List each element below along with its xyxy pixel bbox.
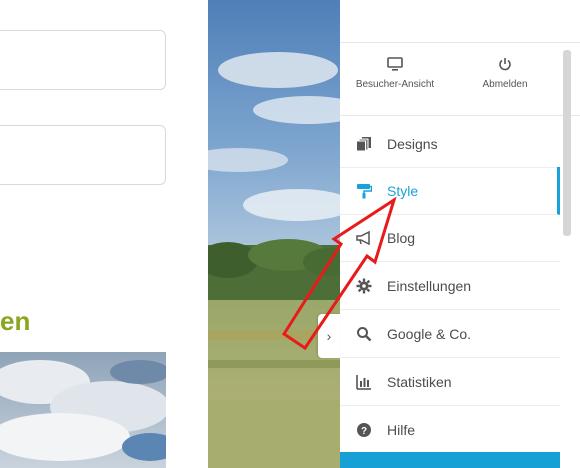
- svg-text:?: ?: [361, 426, 367, 437]
- text-input-2[interactable]: [0, 125, 166, 185]
- landscape-photo: [208, 0, 340, 468]
- menu-item-style[interactable]: Style: [340, 167, 560, 215]
- menu-label-einstellungen: Einstellungen: [387, 277, 472, 294]
- menu-item-blog[interactable]: Blog: [340, 214, 560, 262]
- bar-chart-icon: [353, 374, 375, 390]
- visitor-view-button[interactable]: Besucher-Ansicht: [350, 57, 440, 90]
- menu-item-einstellungen[interactable]: Einstellungen: [340, 262, 560, 310]
- panel-top-actions: Besucher-Ansicht Abmelden: [340, 43, 580, 116]
- menu-item-statistiken[interactable]: Statistiken: [340, 358, 560, 406]
- editor-side-panel: Besucher-Ansicht Abmelden Designs Style …: [340, 0, 580, 468]
- menu-label-hilfe: Hilfe: [387, 421, 416, 438]
- visitor-view-label: Besucher-Ansicht: [355, 79, 435, 90]
- menu-item-google[interactable]: Google & Co.: [340, 310, 560, 358]
- page-content-area: en: [0, 0, 208, 468]
- menu-label-statistiken: Statistiken: [387, 373, 452, 390]
- section-heading: en: [0, 306, 31, 336]
- panel-header: [340, 0, 580, 43]
- menu-label-google: Google & Co.: [387, 325, 472, 342]
- power-icon: [460, 57, 550, 71]
- monitor-icon: [350, 57, 440, 71]
- menu-item-hilfe[interactable]: ? Hilfe: [340, 406, 560, 454]
- panel-scrollbar[interactable]: [563, 50, 571, 236]
- menu-item-designs[interactable]: Designs: [340, 120, 560, 168]
- chevron-right-icon: ›: [326, 328, 332, 344]
- logout-label: Abmelden: [482, 79, 528, 90]
- designs-icon: [353, 136, 375, 152]
- text-input-1[interactable]: [0, 30, 166, 90]
- menu-label-blog: Blog: [387, 229, 416, 246]
- sky-photo: [0, 352, 166, 468]
- megaphone-icon: [353, 230, 375, 246]
- panel-bottom-action-bar[interactable]: [340, 452, 560, 468]
- search-icon: [353, 326, 375, 342]
- gear-icon: [353, 278, 375, 294]
- panel-collapse-toggle[interactable]: ›: [318, 314, 340, 358]
- help-icon: ?: [353, 422, 375, 438]
- menu-label-designs: Designs: [387, 135, 438, 152]
- menu-label-style: Style: [387, 182, 419, 199]
- logout-button[interactable]: Abmelden: [460, 57, 550, 90]
- paint-roller-icon: [353, 183, 375, 199]
